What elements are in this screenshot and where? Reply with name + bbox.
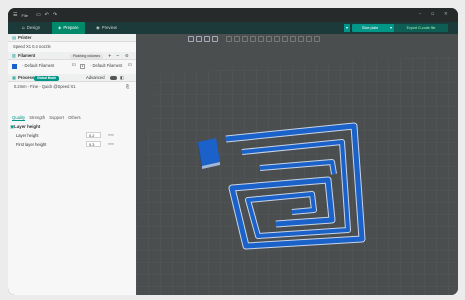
hamburger-icon[interactable]: ☰	[13, 12, 17, 18]
cube-icon: ◈	[58, 26, 62, 31]
title-bar: ☰ File ▭ ↶ ↷ – ▫ ×	[8, 8, 458, 22]
orient-icon[interactable]	[204, 36, 210, 42]
file-menu[interactable]: File	[21, 13, 27, 18]
redo-icon[interactable]: ↷	[53, 12, 57, 18]
add-filament-icon[interactable]: +	[108, 52, 112, 60]
layer-height-unit: mm	[108, 133, 114, 137]
global-mode-toggle[interactable]: Global Mode	[34, 75, 60, 81]
filament-icon: ▥	[12, 53, 16, 58]
filament-section-header: ▥ Filament Flushing volumes + − ⚙	[8, 52, 136, 60]
cut-icon[interactable]	[250, 36, 256, 42]
window-controls[interactable]: – ▫ ×	[419, 11, 452, 17]
model-part-small[interactable]	[198, 138, 220, 169]
view-toolbar	[188, 36, 320, 42]
tab-design[interactable]: ⌂ Design	[16, 22, 46, 34]
export-gcode-button[interactable]: Export G-code file	[394, 24, 448, 32]
slice-dropdown-icon[interactable]: ▾	[344, 24, 350, 32]
filament-2-edit-icon[interactable]: ⊡	[128, 60, 132, 69]
process-section-header: ▦ Process Global Mode Advanced ◧	[8, 74, 136, 82]
move-icon[interactable]	[226, 36, 232, 42]
add-plate-icon[interactable]	[196, 36, 202, 42]
color-paint-icon[interactable]	[274, 36, 280, 42]
rotate-icon[interactable]	[234, 36, 240, 42]
printer-select[interactable]: Speed X1 0.4 nozzle	[11, 44, 131, 50]
save-icon[interactable]: ▭	[36, 12, 41, 18]
process-icon: ▦	[12, 75, 16, 80]
add-object-icon[interactable]	[188, 36, 194, 42]
layer-height-section-title: ▣Layer height	[10, 124, 41, 130]
app-window: ☰ File ▭ ↶ ↷ – ▫ × ⌂ Design ◈ Prepare ◉ Pre…	[8, 8, 458, 295]
printer-icon: ▤	[12, 35, 16, 40]
home-icon: ⌂	[22, 26, 25, 31]
flushing-volumes-button[interactable]: Flushing volumes	[70, 53, 104, 59]
tab-others[interactable]: Others	[68, 115, 81, 120]
support-paint-icon[interactable]	[258, 36, 264, 42]
first-layer-height-unit: mm	[108, 142, 114, 146]
build-plate-scene[interactable]	[136, 34, 458, 295]
tab-support[interactable]: Support	[49, 115, 64, 120]
filament-2-index[interactable]: 2	[80, 64, 85, 69]
filament-1-color-swatch[interactable]	[12, 64, 17, 69]
tab-prepare[interactable]: ◈ Prepare	[52, 22, 85, 34]
tab-bar: ⌂ Design ◈ Prepare ◉ Preview ▾ Slice plate …	[8, 22, 458, 34]
filament-1-select[interactable]: · Default Filament	[20, 63, 70, 69]
arrange-icon[interactable]	[212, 36, 218, 42]
preview-icon: ◉	[96, 26, 100, 31]
save-preset-icon[interactable]: ⎘	[126, 82, 129, 91]
filament-row: · Default Filament ⊡ 2 · Default Filamen…	[8, 60, 136, 72]
settings-sidebar: ▤ Printer Speed X1 0.4 nozzle ▥ Filament F…	[8, 34, 136, 295]
layer-height-input[interactable]: 0.2	[86, 132, 101, 138]
layer-height-label: Layer height	[16, 133, 39, 138]
layer-view-icon[interactable]	[314, 36, 320, 42]
tab-preview[interactable]: ◉ Preview	[90, 22, 123, 34]
tab-strength[interactable]: Strength	[29, 115, 45, 120]
seam-paint-icon[interactable]	[266, 36, 272, 42]
process-row: 0.2mm - Fine - Quick @Speed X1 ⎘	[8, 82, 136, 93]
split-icon[interactable]	[306, 36, 312, 42]
first-layer-height-input[interactable]: 0.3	[86, 141, 101, 147]
remove-filament-icon[interactable]: −	[116, 52, 120, 60]
first-layer-height-label: First layer height	[16, 142, 47, 147]
3d-viewport[interactable]	[136, 34, 458, 295]
filament-settings-icon[interactable]: ⚙	[125, 52, 129, 60]
printer-section-header: ▤ Printer	[8, 34, 136, 42]
scale-icon[interactable]	[242, 36, 248, 42]
advanced-label: Advanced	[86, 75, 105, 80]
process-tabs: Quality Strength Support Others	[12, 115, 84, 121]
filament-1-edit-icon[interactable]: ⊡	[72, 60, 76, 69]
filament-2-select[interactable]: · Default Filament	[88, 63, 128, 69]
assembly-icon[interactable]	[298, 36, 304, 42]
compare-icon[interactable]: ◧	[120, 74, 124, 82]
build-plate	[136, 54, 458, 295]
text-icon[interactable]	[290, 36, 296, 42]
slice-plate-button[interactable]: Slice plate	[352, 24, 388, 32]
printer-row: Speed X1 0.4 nozzle	[8, 42, 136, 52]
tab-quality[interactable]: Quality	[12, 115, 26, 121]
process-preset-select[interactable]: 0.2mm - Fine - Quick @Speed X1	[12, 84, 124, 90]
measure-icon[interactable]	[282, 36, 288, 42]
undo-icon[interactable]: ↶	[45, 12, 49, 18]
advanced-toggle[interactable]	[110, 76, 117, 80]
